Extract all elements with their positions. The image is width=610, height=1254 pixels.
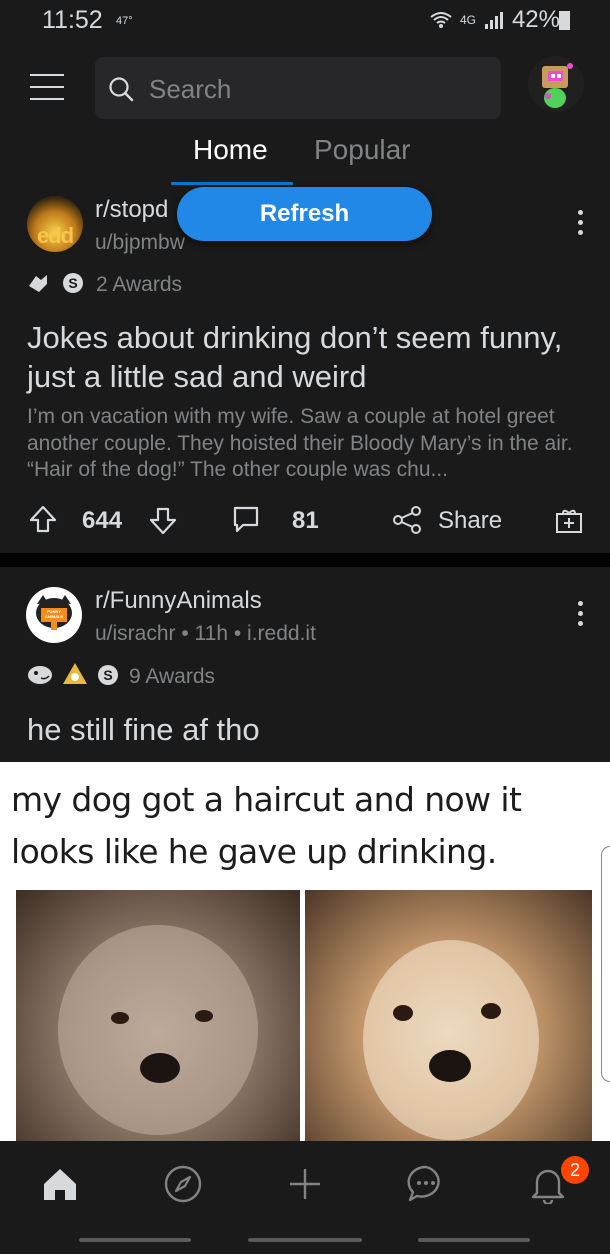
- subreddit-name[interactable]: r/FunnyAnimals: [95, 587, 262, 615]
- post-image[interactable]: my dog got a haircut and now it looks li…: [0, 762, 610, 1146]
- vote-count: 644: [82, 507, 123, 534]
- post-meta[interactable]: u/israchr • 11h • i.redd.it: [95, 622, 316, 646]
- dog-photo-after: [305, 890, 592, 1146]
- silver-award-icon: S: [98, 665, 118, 685]
- more-options-icon[interactable]: [578, 210, 584, 240]
- award-icon: [28, 666, 52, 684]
- status-indicators: 4G 42%: [430, 6, 560, 34]
- subreddit-icon-text: edd: [36, 223, 74, 248]
- system-nav-home[interactable]: [248, 1238, 362, 1242]
- battery-icon: [559, 11, 570, 30]
- wifi-icon: [430, 12, 452, 28]
- post-divider: [0, 553, 610, 567]
- avatar[interactable]: [528, 56, 584, 112]
- downvote-icon[interactable]: [148, 506, 178, 536]
- system-nav-back[interactable]: [79, 1238, 191, 1242]
- search-icon: [109, 77, 134, 102]
- status-time: 11:52: [42, 6, 103, 34]
- upvote-icon[interactable]: [28, 504, 58, 534]
- share-button[interactable]: Share: [438, 507, 502, 535]
- notification-badge: 2: [561, 1156, 589, 1184]
- awards-count[interactable]: 9 Awards: [129, 665, 215, 689]
- subreddit-icon[interactable]: FUNNY ANIMALS: [26, 587, 82, 643]
- tab-popular[interactable]: Popular: [314, 134, 411, 166]
- explore-icon[interactable]: [163, 1164, 203, 1204]
- snoo-avatar-icon: [542, 63, 573, 108]
- award-icon: [29, 275, 47, 292]
- post-body[interactable]: I’m on vacation with my wife. Saw a coup…: [27, 404, 592, 484]
- dog-photo-before: [16, 890, 300, 1146]
- chat-icon[interactable]: [406, 1164, 446, 1204]
- refresh-button[interactable]: Refresh: [177, 187, 432, 241]
- signal-icon: [484, 12, 503, 29]
- svg-text:S: S: [68, 275, 77, 291]
- network-type: 4G: [459, 13, 476, 27]
- battery-percent: 42%: [511, 6, 560, 33]
- comment-icon[interactable]: [231, 504, 261, 534]
- system-nav-recent[interactable]: [418, 1238, 530, 1242]
- post-author[interactable]: u/bjpmbw: [95, 231, 185, 255]
- menu-icon[interactable]: [30, 74, 64, 104]
- active-tab-indicator: [171, 182, 293, 185]
- scroll-handle[interactable]: [601, 846, 610, 1082]
- home-icon[interactable]: [40, 1164, 80, 1204]
- create-post-icon[interactable]: [285, 1164, 325, 1204]
- dog-face-icon: [363, 940, 539, 1140]
- image-caption: my dog got a haircut and now it looks li…: [11, 780, 522, 871]
- subreddit-icon[interactable]: edd: [27, 196, 83, 252]
- gold-award-icon: [63, 663, 87, 684]
- share-icon[interactable]: [392, 505, 422, 535]
- status-temperature: 47°: [116, 15, 133, 27]
- search-placeholder: Search: [149, 74, 232, 104]
- subreddit-icon-text: FUNNY ANIMALS: [44, 609, 64, 619]
- dog-face-icon: [58, 925, 258, 1135]
- silver-award-icon: S: [63, 273, 83, 293]
- more-options-icon[interactable]: [578, 601, 584, 631]
- comment-count[interactable]: 81: [292, 507, 319, 535]
- post-title[interactable]: he still fine af tho: [27, 710, 587, 749]
- awards-count[interactable]: 2 Awards: [96, 273, 182, 297]
- tab-home[interactable]: Home: [193, 134, 268, 166]
- gift-award-icon[interactable]: [554, 505, 584, 535]
- post-title[interactable]: Jokes about drinking don’t seem funny, j…: [27, 318, 587, 396]
- subreddit-name[interactable]: r/stopd: [95, 196, 168, 224]
- status-bar: 11:52 47° 4G 42%: [0, 0, 610, 44]
- svg-text:S: S: [103, 667, 112, 683]
